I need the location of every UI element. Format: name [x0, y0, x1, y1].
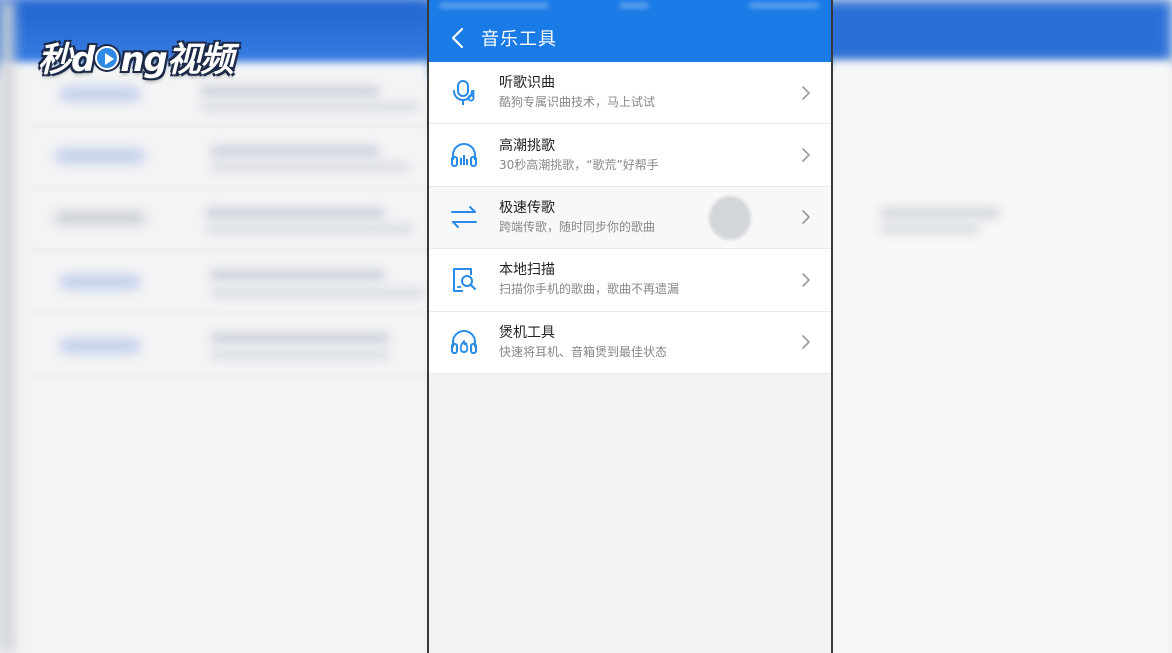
- app-bar: 音乐工具: [429, 0, 831, 62]
- headphones-flame-icon: [429, 327, 499, 357]
- bg-blur-mark: [55, 150, 145, 162]
- bg-right-panel: [832, 62, 1172, 653]
- tool-subtitle: 快速将耳机、音箱煲到最佳状态: [499, 344, 668, 359]
- bg-blur-separator: [30, 312, 430, 313]
- bg-blur-line: [210, 350, 390, 360]
- bg-blur-line: [210, 288, 425, 298]
- bg-blur-line: [200, 86, 380, 96]
- chevron-left-icon: [451, 27, 464, 49]
- status-bar-blur: [619, 2, 649, 9]
- bg-blur-line: [880, 224, 980, 234]
- tool-subtitle: 扫描你手机的歌曲，歌曲不再遗漏: [499, 282, 680, 297]
- status-bar-blur: [439, 2, 549, 9]
- bg-blur-mark: [55, 212, 145, 224]
- mic-note-icon: [429, 78, 499, 108]
- chevron-right-icon: [781, 209, 831, 225]
- bg-blur-line: [210, 270, 385, 280]
- chevron-right-icon: [781, 147, 831, 163]
- tool-title: 煲机工具: [499, 324, 555, 341]
- status-bar-blur: [749, 2, 819, 9]
- bg-blur-mark: [60, 276, 140, 288]
- bg-edge-shadow: [0, 0, 14, 653]
- scan-search-icon: [429, 265, 499, 295]
- transfer-arrows-icon: [429, 202, 499, 232]
- tool-title: 听歌识曲: [499, 75, 555, 92]
- back-button[interactable]: [437, 18, 477, 58]
- tool-item-local-scan[interactable]: 本地扫描 扫描你手机的歌曲，歌曲不再遗漏: [429, 249, 831, 312]
- tool-item-song-recognition[interactable]: 听歌识曲 酷狗专属识曲技术，马上试试: [429, 62, 831, 125]
- watermark-logo: 秒d ng视频: [38, 32, 234, 81]
- chevron-right-icon: [781, 334, 831, 350]
- tool-title: 高潮挑歌: [499, 137, 555, 154]
- empty-area: [429, 373, 831, 653]
- bg-blur-line: [205, 208, 385, 218]
- chevron-right-icon: [781, 85, 831, 101]
- bg-blur-separator: [30, 125, 430, 126]
- watermark-text-right: ng视频: [120, 40, 234, 80]
- tool-subtitle: 酷狗专属识曲技术，马上试试: [499, 95, 656, 110]
- bg-blur-separator: [30, 250, 430, 251]
- tool-title: 本地扫描: [499, 262, 555, 279]
- bg-blur-separator: [30, 188, 430, 189]
- chevron-right-icon: [781, 272, 831, 288]
- bg-blur-line: [210, 333, 390, 343]
- play-icon: [95, 45, 120, 70]
- bg-blur-mark: [60, 88, 140, 100]
- phone-screen: 音乐工具 听歌识曲 酷狗专属识曲技术，马上试试 高潮挑歌 30秒高潮挑歌，“歌荒…: [427, 0, 833, 653]
- status-bar: [429, 0, 831, 14]
- bg-blur-line: [205, 224, 415, 234]
- bg-blur-mark: [60, 340, 140, 352]
- bg-blur-line: [880, 208, 1000, 218]
- bg-blur-line: [210, 162, 410, 172]
- tools-list: 听歌识曲 酷狗专属识曲技术，马上试试 高潮挑歌 30秒高潮挑歌，“歌荒”好帮手 …: [429, 62, 831, 374]
- watermark-text-left: 秒d: [38, 40, 95, 80]
- bg-blur-line: [210, 146, 380, 156]
- tool-subtitle: 30秒高潮挑歌，“歌荒”好帮手: [499, 157, 659, 172]
- bg-blur-separator: [30, 374, 430, 375]
- tool-item-burn-in[interactable]: 煲机工具 快速将耳机、音箱煲到最佳状态: [429, 311, 831, 374]
- touch-ripple: [709, 195, 751, 240]
- headphones-bars-icon: [429, 140, 499, 170]
- tool-item-fast-transfer[interactable]: 极速传歌 跨端传歌，随时同步你的歌曲: [429, 186, 831, 250]
- tool-item-chorus-picker[interactable]: 高潮挑歌 30秒高潮挑歌，“歌荒”好帮手: [429, 124, 831, 187]
- bg-blur-line: [200, 102, 420, 112]
- page-title: 音乐工具: [481, 29, 557, 50]
